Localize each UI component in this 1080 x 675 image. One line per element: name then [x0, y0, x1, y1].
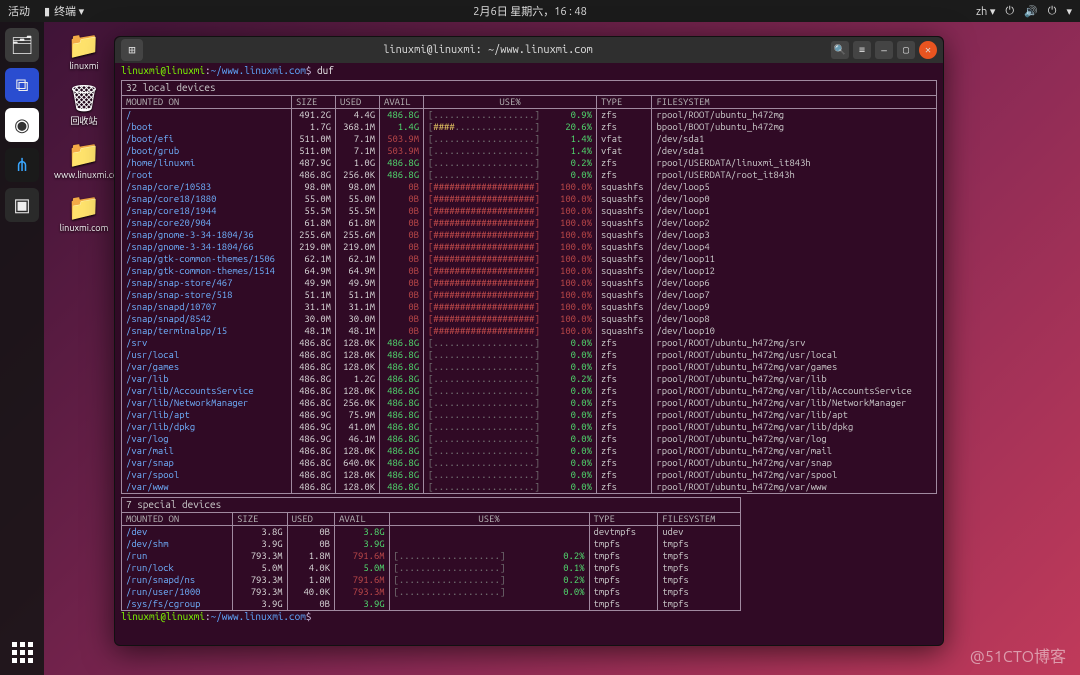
table-row: /491.2G4.4G486.8G[...................]0.… — [122, 109, 936, 122]
table-row: /root486.8G256.0K486.8G[................… — [122, 169, 936, 181]
activities-button[interactable]: 活动 — [8, 3, 30, 19]
desktop-icons: 📁linuxmi 🗑回收站 📁www.linuxmi.com 📁linuxmi.com — [54, 30, 114, 233]
terminal-window: ⊞ linuxmi@linuxmi: ~/www.linuxmi.com 🔍 ≡… — [114, 36, 944, 646]
column-header: AVAIL — [380, 96, 424, 109]
table-row: /var/games486.8G128.0K486.8G[...........… — [122, 361, 936, 373]
input-method[interactable]: zh ▾ — [976, 5, 995, 18]
table-row: /var/lib/dpkg486.9G41.0M486.8G[.........… — [122, 421, 936, 433]
table-row: /boot/grub511.0M7.1M503.9M[.............… — [122, 145, 936, 157]
table-row: /boot/efi511.0M7.1M503.9M[..............… — [122, 133, 936, 145]
chevron-down-icon[interactable]: ▾ — [1066, 5, 1072, 18]
dock: 🗂 ⧉ ◉ ⋔ ▣ — [0, 22, 44, 675]
table-row: /var/snap486.8G640.0K486.8G[............… — [122, 457, 936, 469]
table-row: /srv486.8G128.0K486.8G[.................… — [122, 337, 936, 349]
table-row: /dev/shm3.9G0B3.9Gtmpfstmpfs — [122, 538, 740, 550]
table-row: /usr/local486.8G128.0K486.8G[...........… — [122, 349, 936, 361]
chrome-icon[interactable]: ◉ — [5, 108, 39, 142]
column-header: MOUNTED ON — [122, 513, 233, 526]
network-icon[interactable]: ⏻ — [1005, 5, 1014, 18]
table-row: /run/lock5.0M4.0K5.0M[..................… — [122, 562, 740, 574]
prompt-line: linuxmi@linuxmi:~/www.linuxmi.com$ — [121, 611, 937, 623]
terminal-dock-icon[interactable]: ▣ — [5, 188, 39, 222]
prompt-line: linuxmi@linuxmi:~/www.linuxmi.com$ duf — [121, 65, 937, 77]
show-apps-icon[interactable] — [12, 642, 33, 663]
table-row: /home/linuxmi487.9G1.0G486.8G[..........… — [122, 157, 936, 169]
table-row: /snap/core18/194455.5M55.5M0B[##########… — [122, 205, 936, 217]
table-row: /var/lib/AccountsService486.8G128.0K486.… — [122, 385, 936, 397]
column-header: USE% — [424, 96, 597, 109]
column-header: TYPE — [596, 96, 651, 109]
desktop-icon[interactable]: 🗑回收站 — [54, 83, 114, 127]
table-row: /run/snapd/ns793.3M1.8M791.6M[..........… — [122, 574, 740, 586]
table-row: /snap/core/1058398.0M98.0M0B[###########… — [122, 181, 936, 193]
column-header: USED — [287, 513, 334, 526]
minimize-button[interactable]: — — [875, 41, 893, 59]
column-header: FILESYSTEM — [652, 96, 936, 109]
table-row: /dev3.8G0B3.8Gdevtmpfsudev — [122, 526, 740, 539]
volume-icon[interactable]: 🔊 — [1024, 5, 1038, 18]
close-button[interactable]: ✕ — [919, 41, 937, 59]
table-row: /snap/snap-store/46749.9M49.9M0B[#######… — [122, 277, 936, 289]
local-devices-table: MOUNTED ONSIZEUSEDAVAILUSE%TYPEFILESYSTE… — [122, 96, 936, 493]
special-devices-title: 7 special devices — [122, 498, 740, 513]
clock[interactable]: 2月6日 星期六，16 : 48 — [84, 3, 976, 19]
titlebar[interactable]: ⊞ linuxmi@linuxmi: ~/www.linuxmi.com 🔍 ≡… — [115, 37, 943, 63]
table-row: /snap/snapd/854230.0M30.0M0B[###########… — [122, 313, 936, 325]
menu-icon[interactable]: ≡ — [853, 41, 871, 59]
table-row: /var/log486.9G46.1M486.8G[..............… — [122, 433, 936, 445]
table-row: /snap/snap-store/51851.1M51.1M0B[#######… — [122, 289, 936, 301]
column-header: MOUNTED ON — [122, 96, 291, 109]
table-row: /snap/terminalpp/1548.1M48.1M0B[########… — [122, 325, 936, 337]
terminal-body[interactable]: linuxmi@linuxmi:~/www.linuxmi.com$ duf 3… — [115, 63, 943, 645]
app-menu-label: 终端 ▾ — [54, 3, 84, 19]
watermark: @51CTO博客 — [970, 643, 1066, 667]
table-row: /snap/gtk-common-themes/150662.1M62.1M0B… — [122, 253, 936, 265]
desktop-icon[interactable]: 📁linuxmi — [54, 30, 114, 71]
screenshot-icon[interactable]: ⧉ — [5, 68, 39, 102]
window-title: linuxmi@linuxmi: ~/www.linuxmi.com — [149, 44, 827, 56]
column-header: USE% — [389, 513, 589, 526]
table-row: /snap/core18/188055.0M55.0M0B[##########… — [122, 193, 936, 205]
table-row: /var/mail486.8G128.0K486.8G[............… — [122, 445, 936, 457]
special-devices-table: MOUNTED ONSIZEUSEDAVAILUSE%TYPEFILESYSTE… — [122, 513, 740, 610]
table-row: /snap/core20/90461.8M61.8M0B[###########… — [122, 217, 936, 229]
column-header: USED — [336, 96, 380, 109]
table-row: /run/user/1000793.3M40.0K793.3M[........… — [122, 586, 740, 598]
column-header: AVAIL — [335, 513, 390, 526]
table-row: /snap/snapd/1070731.1M31.1M0B[##########… — [122, 301, 936, 313]
column-header: FILESYSTEM — [658, 513, 740, 526]
table-row: /snap/gnome-3-34-1804/36255.6M255.6M0B[#… — [122, 229, 936, 241]
search-icon[interactable]: 🔍 — [831, 41, 849, 59]
maximize-button[interactable]: ▢ — [897, 41, 915, 59]
desktop-icon[interactable]: 📁www.linuxmi.com — [54, 139, 114, 180]
table-row: /var/lib486.8G1.2G486.8G[...............… — [122, 373, 936, 385]
table-row: /run793.3M1.8M791.6M[...................… — [122, 550, 740, 562]
column-header: SIZE — [291, 96, 335, 109]
column-header: SIZE — [233, 513, 288, 526]
local-devices-title: 32 local devices — [122, 81, 936, 96]
terminal-icon: ▮ — [44, 5, 50, 18]
special-devices-panel: 7 special devices MOUNTED ONSIZEUSEDAVAI… — [121, 497, 741, 611]
new-tab-icon[interactable]: ⊞ — [121, 39, 143, 61]
table-row: /snap/gtk-common-themes/151464.9M64.9M0B… — [122, 265, 936, 277]
gnome-topbar: 活动 ▮ 终端 ▾ 2月6日 星期六，16 : 48 zh ▾ ⏻ 🔊 ⏻ ▾ — [0, 0, 1080, 22]
table-row: /var/www486.8G128.0K486.8G[.............… — [122, 481, 936, 493]
local-devices-panel: 32 local devices MOUNTED ONSIZEUSEDAVAIL… — [121, 80, 937, 494]
desktop-icon[interactable]: 📁linuxmi.com — [54, 192, 114, 233]
column-header: TYPE — [589, 513, 658, 526]
app-menu[interactable]: ▮ 终端 ▾ — [44, 3, 84, 19]
table-row: /var/spool486.8G128.0K486.8G[...........… — [122, 469, 936, 481]
table-row: /sys/fs/cgroup3.9G0B3.9Gtmpfstmpfs — [122, 598, 740, 610]
files-icon[interactable]: 🗂 — [5, 28, 39, 62]
table-row: /var/lib/NetworkManager486.8G256.0K486.8… — [122, 397, 936, 409]
table-row: /snap/gnome-3-34-1804/66219.0M219.0M0B[#… — [122, 241, 936, 253]
table-row: /boot1.7G368.1M1.4G[####...............]… — [122, 121, 936, 133]
vscode-icon[interactable]: ⋔ — [5, 148, 39, 182]
power-icon[interactable]: ⏻ — [1048, 5, 1057, 18]
table-row: /var/lib/apt486.9G75.9M486.8G[..........… — [122, 409, 936, 421]
